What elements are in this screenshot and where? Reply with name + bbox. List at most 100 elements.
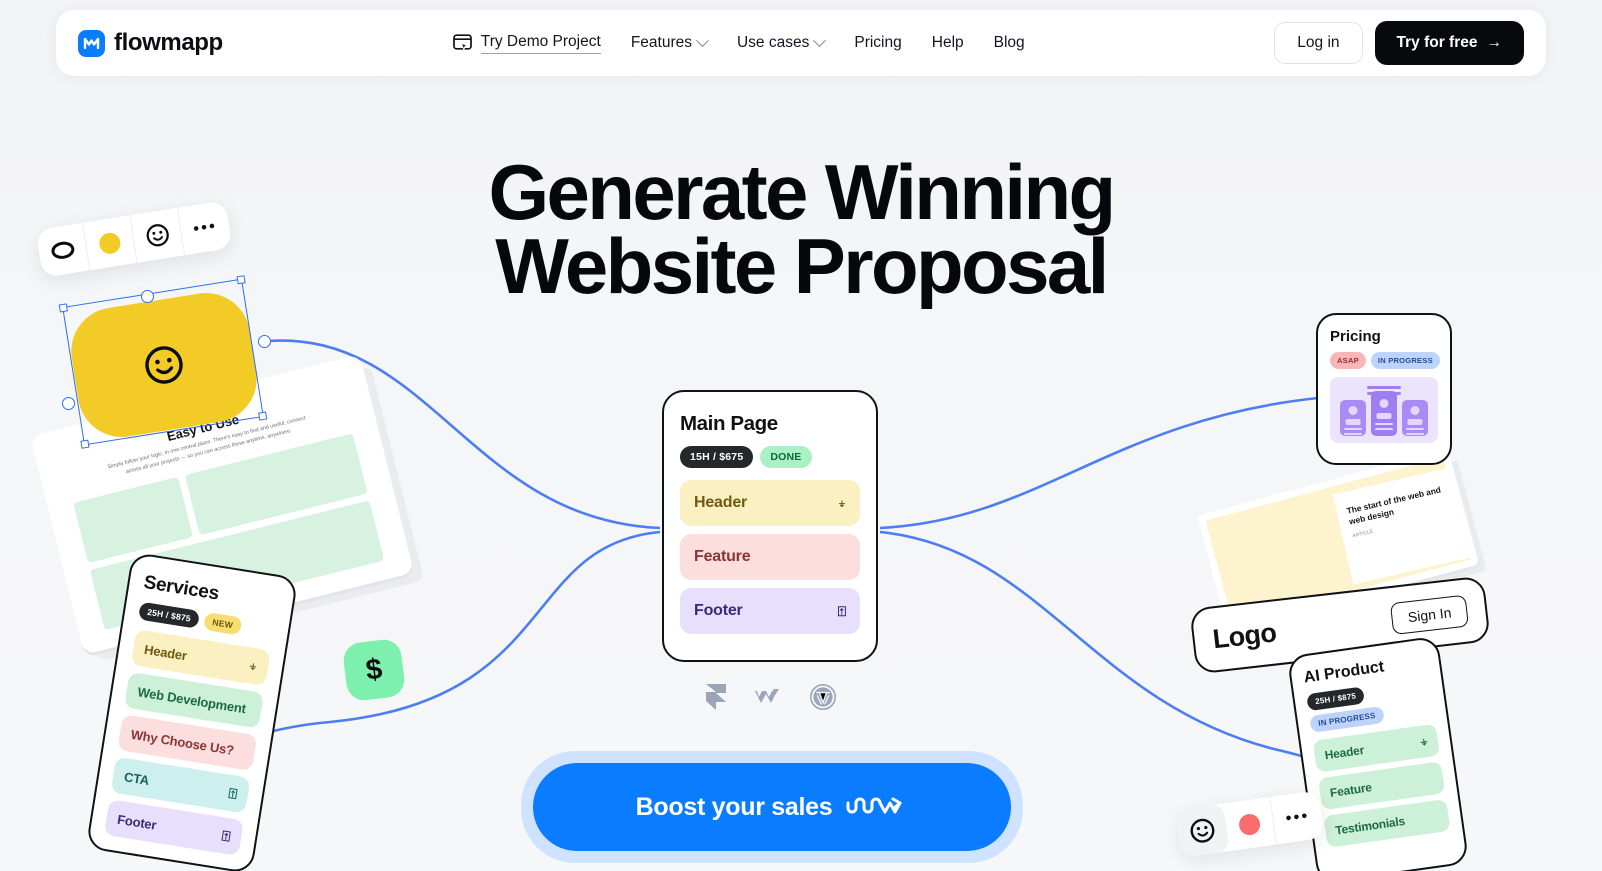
cta-label: Boost your sales [635,792,833,821]
login-button[interactable]: Log in [1274,22,1363,64]
brand-name: flowmapp [114,29,223,56]
toolbar-more-button[interactable]: ••• [1270,790,1324,844]
color-swatch-red-icon [1237,812,1262,836]
pricing-column [1340,400,1366,436]
anchor-down-icon: ⍖ [837,494,846,511]
status-badge: DONE [760,446,812,468]
anchor-up-icon: ⍐ [837,602,846,619]
row-label: Header [143,641,188,663]
row-label: Web Development [136,683,248,716]
nav-label: Blog [993,34,1025,51]
row-label: Header [1323,742,1365,763]
anchor-down-icon: ⍖ [1418,732,1429,750]
color-swatch-yellow-icon [97,230,122,255]
chevron-down-icon [696,33,709,47]
resize-handle-top-left[interactable] [58,303,68,313]
pricing-column [1402,400,1428,436]
nav-try-demo-project[interactable]: Try Demo Project [452,33,601,54]
page-root: Easy to Use Simply follow your logic, in… [0,0,1602,871]
nav-label: Pricing [854,34,902,51]
status-badge: IN PROGRESS [1309,705,1385,733]
card-pricing-chips: ASAP IN PROGRESS [1330,352,1440,369]
card-main-title: Main Page [680,412,778,435]
toolbar-more-button[interactable]: ••• [178,200,233,255]
toolbar-shape-button[interactable] [35,222,91,278]
dollar-glyph: $ [363,652,384,687]
row-label: Footer [694,602,743,619]
toolbar-emoji-button[interactable] [130,207,186,263]
status-badge: NEW [203,611,243,636]
framer-icon [706,684,726,710]
status-badge: 25H / $875 [1306,686,1366,712]
list-item[interactable]: Footer ⍐ [680,588,860,634]
status-badge: IN PROGRESS [1370,352,1440,369]
arrow-right-icon: → [1486,34,1503,51]
more-options-icon: ••• [1284,805,1311,828]
card-ai-rows: Header ⍖ Feature Testimonials [1312,723,1451,848]
row-label: Footer [116,811,158,833]
nav-help[interactable]: Help [932,34,964,52]
toolbar-color-button[interactable] [1222,796,1278,852]
toolbar-emoji-button[interactable] [1175,803,1230,858]
webflow-icon [755,689,779,703]
toolbar-color-button[interactable] [82,215,138,271]
status-badge: 15H / $675 [680,446,754,468]
nav-label: Help [931,34,964,51]
nav-label: Use cases [736,34,810,51]
flowmapp-logo-icon [78,29,105,57]
emoji-smile-icon [1190,818,1215,843]
nav-features[interactable]: Features [630,33,709,52]
logo-glyph [83,37,100,49]
sign-in-button[interactable]: Sign In [1390,594,1469,635]
integration-logos [703,683,837,711]
row-label: Feature [694,548,751,565]
note-inner: The start of the web and web design ARTI… [1332,467,1471,585]
nav-use-cases[interactable]: Use cases [736,33,827,52]
row-label: Testimonials [1334,813,1406,838]
brand-logo[interactable]: flowmapp [78,29,223,57]
list-item[interactable]: Header ⍖ [680,480,860,526]
row-label: CTA [123,768,151,788]
resize-handle-bottom-right[interactable] [258,411,268,421]
main-navigation: Try Demo Project Features Use cases Pric… [452,33,1025,54]
connection-port-left[interactable] [62,397,75,410]
anchor-up-icon: ⍐ [227,784,239,802]
resize-handle-top-right[interactable] [236,275,246,285]
pricing-columns-illustration [1330,377,1438,443]
wordpress-icon [810,684,836,710]
selection-bounding-box[interactable] [58,275,268,449]
card-pricing[interactable]: Pricing ASAP IN PROGRESS [1316,313,1452,465]
card-main-rows: Header ⍖ Feature Footer ⍐ [680,480,860,634]
card-ai-chips: 25H / $875 IN PROGRESS [1306,677,1434,733]
nav-label: Features [630,34,692,51]
row-label: Why Choose Us? [129,726,236,758]
connection-port-right[interactable] [258,335,271,348]
try-for-free-button[interactable]: Try for free → [1374,21,1524,65]
chevron-down-icon [813,33,827,47]
list-item[interactable]: Feature [680,534,860,580]
pricing-column [1371,391,1397,436]
try-label: Try for free [1396,34,1478,51]
nav-blog[interactable]: Blog [994,34,1025,52]
anchor-down-icon: ⍖ [247,656,259,675]
site-header: flowmapp Try Demo Project Features Use c… [56,10,1546,76]
status-badge: ASAP [1330,352,1366,369]
header-actions: Log in Try for free → [1274,21,1524,65]
row-label: Feature [1329,780,1373,800]
nav-pricing[interactable]: Pricing [854,34,901,52]
card-logo-title: Logo [1211,616,1278,654]
dollar-sticker[interactable]: $ [341,637,407,703]
boost-your-sales-button[interactable]: Boost your sales [533,763,1011,851]
resize-handle-bottom-left[interactable] [80,439,90,449]
browser-cursor-icon [452,33,472,51]
row-label: Header [694,494,748,511]
anchor-up-icon: ⍐ [220,826,232,844]
more-options-icon: ••• [191,215,219,239]
ellipse-shape-icon [50,241,74,259]
connection-port-top[interactable] [141,290,154,303]
card-services-rows: Header ⍖ Web Development Why Choose Us? … [103,629,271,856]
status-badge: 25H / $875 [137,601,201,629]
squiggle-arrow-icon [846,797,902,814]
emoji-smile-icon [146,224,169,247]
card-main-page[interactable]: Main Page 15H / $675 DONE Header ⍖ Featu… [662,390,878,662]
